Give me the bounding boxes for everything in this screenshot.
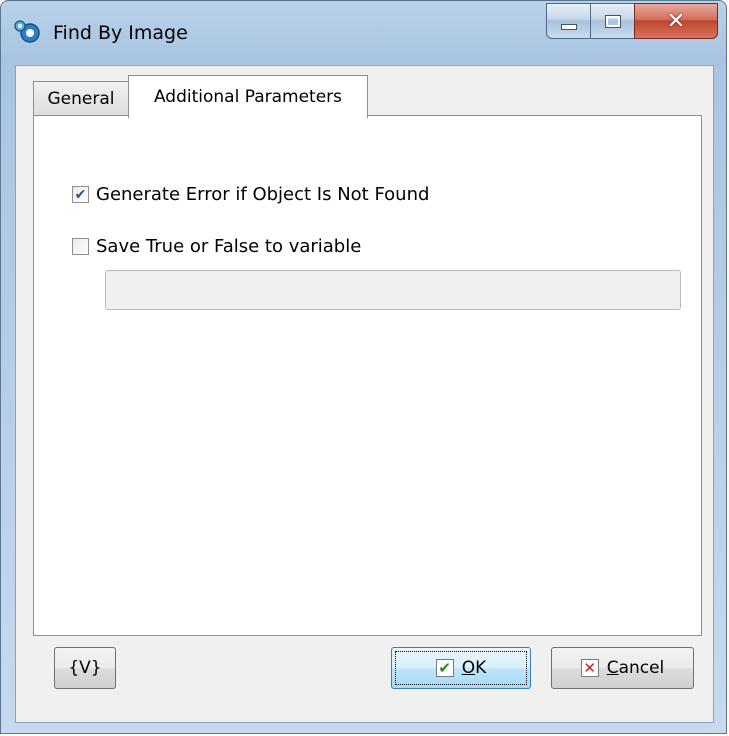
cancel-mnemonic: C [606,658,619,678]
dialog-window: Find By Image ✕ General Additional Param… [0,0,727,734]
tab-additional-parameters-label: Additional Parameters [153,87,343,107]
tab-general[interactable]: General [33,81,129,116]
tab-additional-parameters[interactable]: Additional Parameters [128,75,368,118]
window-title: Find By Image [53,22,188,44]
save-true-false-checkbox[interactable] [72,238,89,255]
variable-name-input[interactable] [105,270,681,310]
minimize-button[interactable] [546,3,590,39]
generate-error-option[interactable]: ✔ Generate Error if Object Is Not Found [72,184,429,205]
save-true-false-label[interactable]: Save True or False to variable [96,236,361,257]
cancel-button[interactable]: ✕ Cancel [551,647,694,689]
variables-button[interactable]: {V} [54,647,116,689]
maximize-button[interactable] [590,3,634,39]
cancel-label-rest: ancel [618,658,665,678]
generate-error-checkbox[interactable]: ✔ [72,186,89,203]
save-true-false-option[interactable]: Save True or False to variable [72,236,361,257]
tab-panel-additional-parameters: ✔ Generate Error if Object Is Not Found … [33,115,702,636]
x-icon: ✕ [580,659,599,677]
maximize-icon [604,14,621,28]
checkmark-icon: ✔ [74,186,87,203]
minimize-icon [560,24,577,30]
focus-ring [395,651,527,685]
ok-button[interactable]: ✔ OK [391,647,531,689]
gears-icon [14,20,40,43]
dialog-client-area: General Additional Parameters ✔ Generate… [15,65,714,723]
generate-error-label[interactable]: Generate Error if Object Is Not Found [96,184,429,205]
title-bar[interactable]: Find By Image ✕ [1,1,726,65]
tab-general-label: General [47,89,115,109]
close-icon: ✕ [666,8,686,34]
close-button[interactable]: ✕ [634,3,718,39]
cancel-button-label: Cancel [607,658,665,678]
variables-button-label: {V} [68,658,102,678]
caption-buttons: ✕ [546,3,718,41]
